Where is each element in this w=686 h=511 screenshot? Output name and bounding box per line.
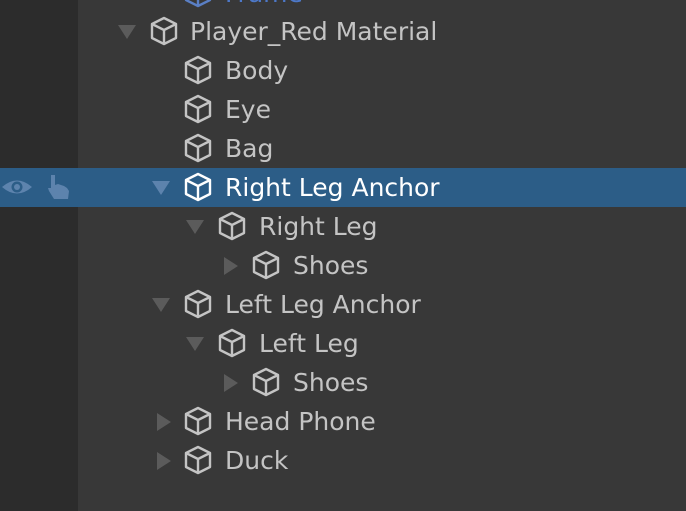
gameobject-cube-icon xyxy=(252,250,280,280)
tree-row-player-red-material[interactable]: Player_Red Material xyxy=(0,12,686,51)
expand-arrow-down-icon[interactable] xyxy=(150,285,172,324)
tree-row-shoes[interactable]: Shoes xyxy=(0,363,686,402)
tree-row-left-leg[interactable]: Left Leg xyxy=(0,324,686,363)
tree-row-label: Bag xyxy=(225,134,274,163)
expand-arrow-right-icon[interactable] xyxy=(152,402,174,441)
tree-row-label: Left Leg Anchor xyxy=(225,290,421,319)
hierarchy-tree: Frame Player_Red Material Body Eye Bag xyxy=(0,0,686,511)
tree-row-label: Right Leg xyxy=(259,212,378,241)
gameobject-cube-icon xyxy=(184,289,212,319)
expand-arrow-down-icon[interactable] xyxy=(150,168,172,207)
hand-pointer-icon[interactable] xyxy=(42,172,76,202)
tree-row-shoes[interactable]: Shoes xyxy=(0,246,686,285)
gameobject-cube-icon xyxy=(184,172,212,202)
tree-row-label: Eye xyxy=(225,95,271,124)
tree-row-body[interactable]: Body xyxy=(0,51,686,90)
gameobject-cube-icon xyxy=(218,328,246,358)
expand-arrow-down-icon[interactable] xyxy=(116,12,138,51)
tree-row-head-phone[interactable]: Head Phone xyxy=(0,402,686,441)
expand-arrow-right-icon[interactable] xyxy=(219,246,241,285)
tree-row-label: Right Leg Anchor xyxy=(225,173,440,202)
tree-row-left-leg-anchor[interactable]: Left Leg Anchor xyxy=(0,285,686,324)
tree-row-label: Shoes xyxy=(293,368,369,397)
tree-row-label: Left Leg xyxy=(259,329,359,358)
tree-row-right-leg[interactable]: Right Leg xyxy=(0,207,686,246)
expand-arrow-down-icon[interactable] xyxy=(184,324,206,363)
eye-icon[interactable] xyxy=(0,172,34,202)
gameobject-cube-icon xyxy=(252,367,280,397)
gameobject-cube-icon xyxy=(184,94,212,124)
expand-arrow-right-icon[interactable] xyxy=(219,363,241,402)
gameobject-cube-icon xyxy=(184,55,212,85)
tree-row-label: Body xyxy=(225,56,289,85)
tree-row-duck[interactable]: Duck xyxy=(0,441,686,480)
gameobject-cube-icon xyxy=(184,133,212,163)
tree-row-eye[interactable]: Eye xyxy=(0,90,686,129)
gameobject-cube-icon xyxy=(218,211,246,241)
gameobject-cube-icon xyxy=(184,0,212,8)
tree-row-label: Shoes xyxy=(293,251,369,280)
expand-arrow-down-icon[interactable] xyxy=(184,207,206,246)
gameobject-cube-icon xyxy=(184,445,212,475)
tree-row-label: Player_Red Material xyxy=(190,17,438,46)
tree-row-label: Head Phone xyxy=(225,407,376,436)
tree-row-right-leg-anchor[interactable]: Right Leg Anchor xyxy=(0,168,686,207)
gameobject-cube-icon xyxy=(150,16,178,46)
tree-row-label: Duck xyxy=(225,446,289,475)
tree-row-bag[interactable]: Bag xyxy=(0,129,686,168)
gameobject-cube-icon xyxy=(184,406,212,436)
expand-arrow-right-icon[interactable] xyxy=(152,441,174,480)
